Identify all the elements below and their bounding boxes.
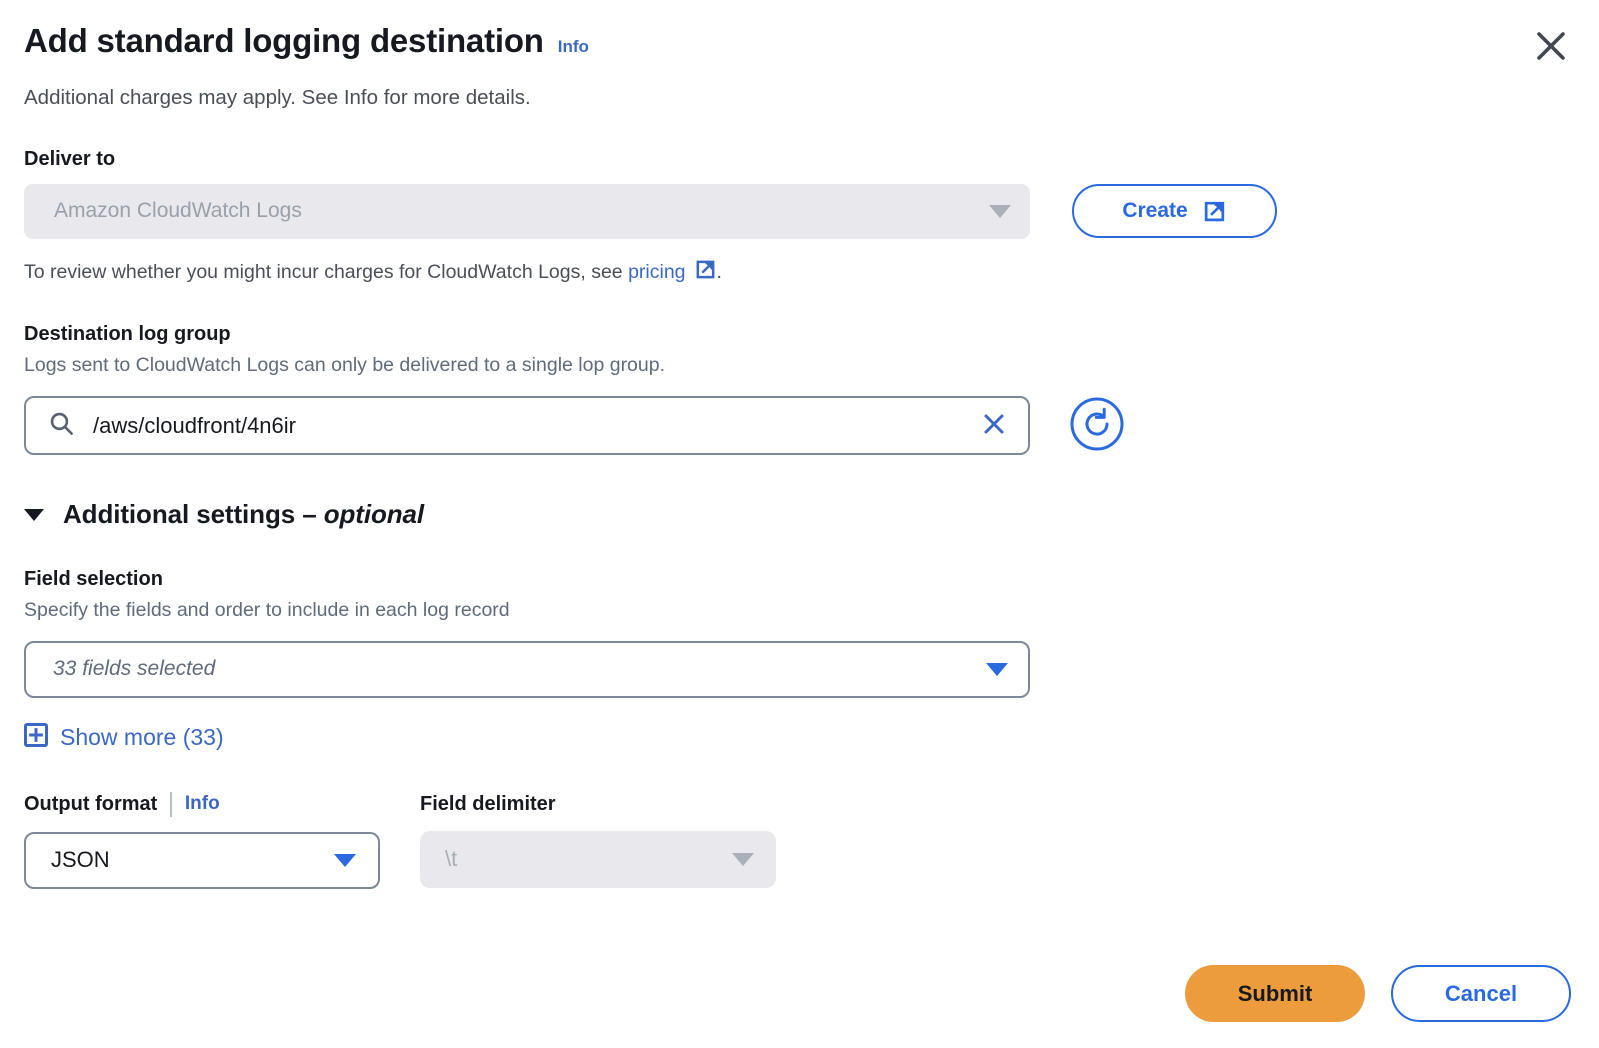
field-delimiter-select: \t bbox=[420, 830, 776, 888]
pricing-helper-prefix: To review whether you might incur charge… bbox=[24, 260, 629, 283]
title-info-link[interactable]: Info bbox=[558, 37, 589, 57]
destination-log-group-row bbox=[24, 396, 1575, 456]
chevron-down-icon bbox=[989, 204, 1011, 218]
deliver-to-row: Amazon CloudWatch Logs Create bbox=[24, 183, 1575, 239]
modal-title-group: Add standard logging destination Info bbox=[24, 22, 589, 61]
create-button-label: Create bbox=[1122, 199, 1188, 223]
field-selection-select[interactable]: 33 fields selected bbox=[24, 640, 1030, 698]
pricing-helper-text: To review whether you might incur charge… bbox=[24, 258, 1575, 288]
triangle-down-icon bbox=[24, 508, 44, 521]
field-delimiter-label: Field delimiter bbox=[420, 792, 556, 815]
close-icon bbox=[980, 410, 1008, 441]
submit-button[interactable]: Submit bbox=[1185, 965, 1365, 1022]
output-format-label: Output format bbox=[24, 793, 158, 816]
additional-settings-expander[interactable]: Additional settings – optional bbox=[24, 499, 424, 530]
output-format-label-group: Output format Info bbox=[24, 791, 380, 817]
destination-log-group-label: Destination log group bbox=[24, 322, 231, 345]
external-link-icon bbox=[1202, 199, 1227, 224]
clear-search-button[interactable] bbox=[976, 410, 1012, 441]
log-group-search-box[interactable] bbox=[24, 396, 1030, 456]
refresh-icon bbox=[1069, 396, 1125, 455]
additional-settings-optional-text: optional bbox=[323, 499, 425, 530]
output-format-select[interactable]: JSON bbox=[24, 831, 380, 889]
modal-header: Add standard logging destination Info bbox=[24, 22, 1575, 68]
pricing-link[interactable]: pricing bbox=[628, 261, 685, 283]
deliver-to-selected-value: Amazon CloudWatch Logs bbox=[54, 199, 302, 223]
format-row: Output format Info JSON Field delimiter … bbox=[24, 791, 1575, 889]
additional-settings-title-dash: – bbox=[302, 499, 324, 530]
pricing-external-link-icon bbox=[694, 258, 717, 288]
field-selection-section: Field selection Specify the fields and o… bbox=[24, 567, 1575, 751]
output-format-value: JSON bbox=[51, 847, 110, 873]
create-button[interactable]: Create bbox=[1072, 184, 1277, 239]
search-icon bbox=[48, 410, 75, 442]
destination-log-group-section: Destination log group Logs sent to Cloud… bbox=[24, 322, 1575, 456]
output-format-group: Output format Info JSON bbox=[24, 791, 380, 889]
chevron-down-icon bbox=[732, 852, 754, 866]
pricing-helper-suffix: . bbox=[716, 260, 722, 283]
field-selection-summary: 33 fields selected bbox=[53, 657, 216, 681]
show-more-fields-label: Show more (33) bbox=[60, 723, 224, 750]
field-selection-label: Field selection bbox=[24, 568, 163, 591]
additional-settings-title: Additional settings – optional bbox=[63, 499, 424, 530]
deliver-to-select: Amazon CloudWatch Logs bbox=[24, 183, 1030, 239]
field-selection-description: Specify the fields and order to include … bbox=[24, 599, 510, 622]
close-button[interactable] bbox=[1529, 24, 1573, 68]
close-icon bbox=[1534, 29, 1568, 63]
destination-log-group-description: Logs sent to CloudWatch Logs can only be… bbox=[24, 353, 666, 376]
deliver-to-label: Deliver to bbox=[24, 147, 116, 170]
modal-subtitle: Additional charges may apply. See Info f… bbox=[24, 86, 531, 109]
chevron-down-icon bbox=[986, 662, 1008, 676]
output-format-info-link[interactable]: Info bbox=[185, 793, 220, 815]
refresh-button[interactable] bbox=[1069, 396, 1125, 455]
additional-settings-title-text: Additional settings bbox=[63, 499, 303, 530]
plus-box-icon bbox=[24, 722, 48, 752]
label-divider bbox=[170, 791, 172, 817]
add-logging-destination-modal: Add standard logging destination Info Ad… bbox=[0, 0, 1599, 1048]
show-more-fields-button[interactable]: Show more (33) bbox=[24, 722, 224, 752]
modal-footer: Submit Cancel bbox=[1185, 965, 1571, 1022]
log-group-search-input[interactable] bbox=[93, 412, 958, 439]
cancel-button[interactable]: Cancel bbox=[1391, 965, 1571, 1022]
field-delimiter-group: Field delimiter \t bbox=[420, 792, 776, 889]
additional-settings-section: Additional settings – optional Field sel… bbox=[24, 499, 1575, 889]
field-delimiter-value: \t bbox=[445, 846, 458, 872]
page-title: Add standard logging destination bbox=[24, 22, 544, 59]
chevron-down-icon bbox=[334, 853, 356, 867]
deliver-to-section: Deliver to Amazon CloudWatch Logs Create bbox=[24, 147, 1575, 288]
